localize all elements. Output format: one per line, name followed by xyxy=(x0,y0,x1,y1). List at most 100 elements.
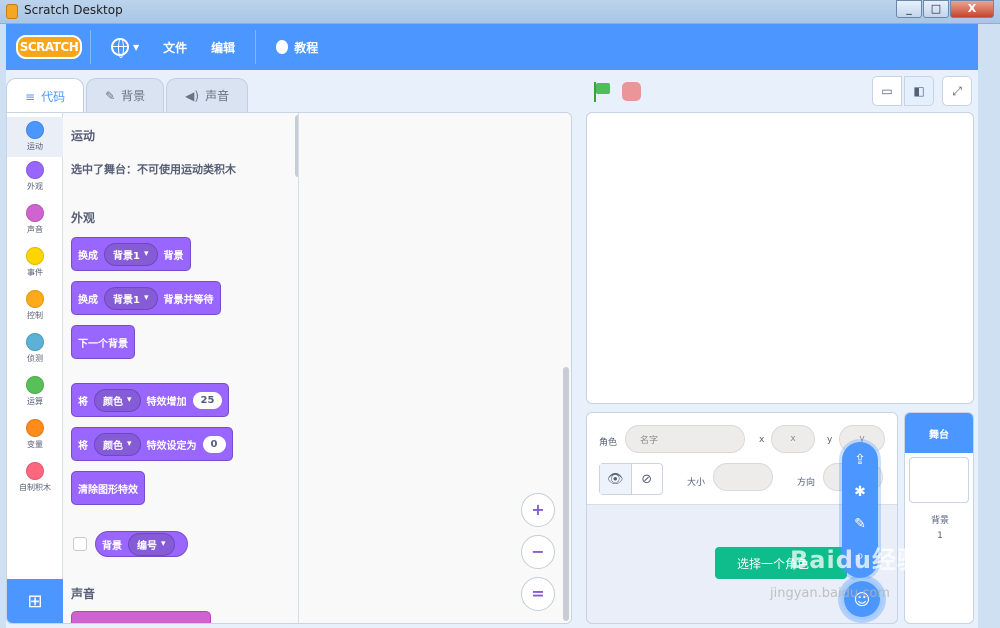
category-variables[interactable]: 变量 xyxy=(7,419,63,450)
y-label: y xyxy=(827,435,833,445)
zoom-out-button[interactable]: − xyxy=(521,535,555,569)
size-input[interactable] xyxy=(713,463,773,491)
effect-value-input[interactable]: 0 xyxy=(202,435,226,453)
next-backdrop-block[interactable]: 下一个背景 xyxy=(71,325,135,359)
motion-section-title: 运动 xyxy=(71,129,96,143)
brush-icon: ✎ xyxy=(105,88,116,103)
green-flag-icon[interactable] xyxy=(592,82,610,102)
clear-effects-block[interactable]: 清除图形特效 xyxy=(71,471,145,505)
block-text: 背景并等待 xyxy=(163,294,214,306)
edit-menu[interactable]: 编辑 xyxy=(199,39,247,56)
editor-tabs: ≡ 代码 ✎ 背景 ◀) 声音 xyxy=(6,78,250,114)
category-label: 事件 xyxy=(27,268,43,277)
switch-backdrop-wait-block[interactable]: 换成 背景1 背景并等待 xyxy=(71,281,221,315)
category-dot xyxy=(26,161,44,179)
paint-icon[interactable]: ✎ xyxy=(842,516,878,532)
block-text: 换成 xyxy=(78,250,98,262)
backdrop-number-checkbox[interactable] xyxy=(73,537,87,551)
tab-sounds[interactable]: ◀) 声音 xyxy=(166,78,249,112)
sprite-name-input[interactable]: 名字 xyxy=(625,425,745,453)
backdrop-dropdown[interactable]: 背景1 xyxy=(104,286,158,310)
small-stage-button[interactable]: ▭ xyxy=(872,76,902,106)
block-text: 将 xyxy=(78,396,88,408)
small-stage-icon: ▭ xyxy=(881,84,893,98)
show-icon[interactable]: 👁 xyxy=(600,464,632,494)
backdrop-dropdown[interactable]: 背景1 xyxy=(104,242,158,266)
zoom-reset-button[interactable]: = xyxy=(521,577,555,611)
code-workspace: 运动 外观 声音 事件 控制 侦测 运算 变量 自制积木 ⊞ 运动 选中了舞台：… xyxy=(6,112,572,624)
upload-icon[interactable]: ⇪ xyxy=(842,452,878,468)
sound-block-partial[interactable] xyxy=(71,611,211,623)
effect-value-input[interactable]: 25 xyxy=(192,391,223,409)
stage-selector[interactable]: 舞台 背景 1 xyxy=(904,412,974,624)
fullscreen-button[interactable]: ⤢ xyxy=(942,76,972,106)
add-extension-button[interactable]: ⊞ xyxy=(7,579,63,623)
language-menu[interactable]: ▼ xyxy=(99,38,151,58)
tab-label: 背景 xyxy=(121,89,146,103)
looks-section-title: 外观 xyxy=(71,211,96,225)
category-motion[interactable]: 运动 xyxy=(7,117,63,157)
tab-label: 声音 xyxy=(205,89,230,103)
category-label: 侦测 xyxy=(27,354,43,363)
script-scrollbar[interactable] xyxy=(563,367,569,621)
tab-backdrops[interactable]: ✎ 背景 xyxy=(86,78,165,112)
watermark-brand: Baidu经验 xyxy=(790,546,922,574)
category-dot xyxy=(26,247,44,265)
change-effect-block[interactable]: 将 颜色 特效增加 25 xyxy=(71,383,230,417)
lightbulb-icon xyxy=(276,40,289,54)
menu-separator xyxy=(90,30,91,64)
add-extension-icon: ⊞ xyxy=(27,591,43,612)
category-my-blocks[interactable]: 自制积木 xyxy=(7,462,63,493)
maximize-button[interactable]: □ xyxy=(923,0,949,18)
set-effect-block[interactable]: 将 颜色 特效设定为 0 xyxy=(71,427,233,461)
script-area[interactable]: + − = xyxy=(299,113,571,623)
close-button[interactable]: X xyxy=(950,0,994,18)
block-text: 清除图形特效 xyxy=(78,484,138,496)
stop-icon[interactable] xyxy=(622,82,641,101)
backdrop-number-reporter[interactable]: 背景 编号 xyxy=(95,531,188,557)
category-dot xyxy=(26,333,44,351)
zoom-in-button[interactable]: + xyxy=(521,493,555,527)
category-sensing[interactable]: 侦测 xyxy=(7,333,63,364)
globe-icon xyxy=(111,38,129,58)
effect-dropdown[interactable]: 颜色 xyxy=(94,432,141,456)
category-control[interactable]: 控制 xyxy=(7,290,63,321)
window-title: Scratch Desktop xyxy=(24,3,123,17)
category-dot xyxy=(26,462,44,480)
category-label: 控制 xyxy=(27,311,43,320)
motion-disabled-note: 选中了舞台：不可使用运动类积木 xyxy=(71,163,236,176)
switch-backdrop-block[interactable]: 换成 背景1 背景 xyxy=(71,237,191,271)
watermark-url: jingyan.baidu.com xyxy=(770,586,890,601)
x-input[interactable]: x xyxy=(771,425,815,453)
tab-code[interactable]: ≡ 代码 xyxy=(6,78,85,114)
file-menu[interactable]: 文件 xyxy=(151,39,199,56)
stage-thumbnail[interactable] xyxy=(909,457,969,503)
category-looks[interactable]: 外观 xyxy=(7,161,63,192)
tab-label: 代码 xyxy=(41,90,66,104)
effect-dropdown[interactable]: 颜色 xyxy=(94,388,141,412)
menu-separator xyxy=(255,30,257,64)
window-titlebar: Scratch Desktop _ □ X xyxy=(0,0,1000,24)
zoom-out-icon: − xyxy=(531,542,545,561)
block-text: 背景 xyxy=(102,540,122,552)
large-stage-button[interactable]: ◧ xyxy=(904,76,934,106)
sprite-label: 角色 xyxy=(599,438,618,448)
stage-canvas[interactable] xyxy=(586,112,974,404)
size-label: 大小 xyxy=(687,478,706,488)
block-text: 特效增加 xyxy=(146,396,187,408)
x-label: x xyxy=(759,435,765,445)
category-label: 外观 xyxy=(27,182,43,191)
window-controls: _ □ X xyxy=(895,0,994,18)
minimize-button[interactable]: _ xyxy=(896,0,922,18)
speaker-icon: ◀) xyxy=(185,88,200,103)
menu-bar: SCRATCH ▼ 文件 编辑 教程 xyxy=(6,24,978,70)
category-operators[interactable]: 运算 xyxy=(7,376,63,407)
number-name-dropdown[interactable]: 编号 xyxy=(128,532,175,556)
scratch-logo[interactable]: SCRATCH xyxy=(16,35,82,59)
tutorials-menu[interactable]: 教程 xyxy=(264,39,330,56)
block-text: 换成 xyxy=(78,294,98,306)
category-events[interactable]: 事件 xyxy=(7,247,63,278)
hide-icon[interactable]: ⊘ xyxy=(632,464,663,494)
surprise-icon[interactable]: ✱ xyxy=(842,484,878,500)
category-sound[interactable]: 声音 xyxy=(7,204,63,235)
